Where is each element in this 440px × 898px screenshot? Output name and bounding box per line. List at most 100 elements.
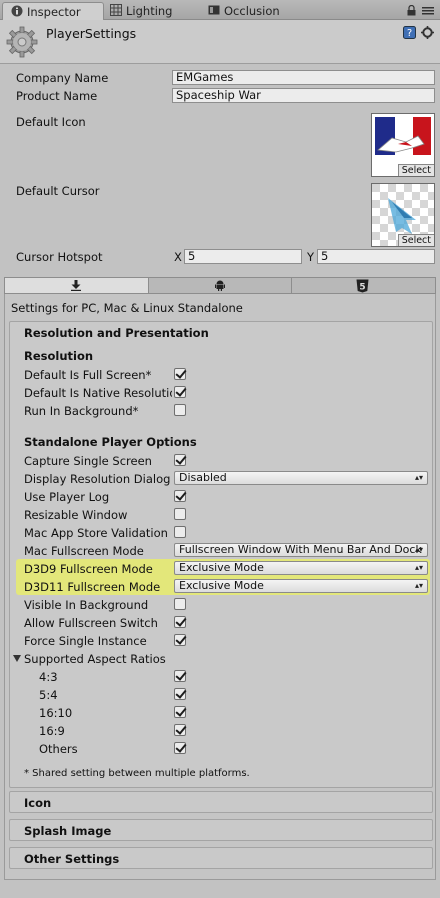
aspect-5-4-checkbox[interactable] — [174, 688, 186, 700]
cursor-select-button[interactable]: Select — [397, 234, 434, 246]
settings-for-heading: Settings for PC, Mac & Linux Standalone — [11, 301, 243, 315]
icon-select-button[interactable]: Select — [397, 164, 434, 176]
tab-menu-icon[interactable] — [422, 7, 434, 15]
tab-android[interactable] — [149, 278, 292, 293]
run-in-background-checkbox[interactable] — [174, 404, 186, 416]
standalone-player-heading: Standalone Player Options — [24, 435, 197, 449]
icon-section-title: Icon — [24, 796, 52, 810]
display-resolution-dialog-label: Display Resolution Dialog — [24, 472, 171, 486]
android-icon — [215, 280, 225, 291]
default-icon-label: Default Icon — [16, 115, 86, 129]
capture-single-screen-checkbox[interactable] — [174, 454, 186, 466]
allow-fullscreen-switch-label: Allow Fullscreen Switch — [24, 616, 158, 630]
resolution-presentation-header[interactable]: Resolution and Presentation — [24, 326, 209, 340]
tab-lighting[interactable]: Lighting — [110, 2, 200, 20]
dropdown-arrows-icon: ▴▾ — [414, 581, 423, 590]
d3d11-fullscreen-label: D3D11 Fullscreen Mode — [24, 580, 161, 594]
settings-gear-icon — [6, 26, 38, 58]
resizable-window-checkbox[interactable] — [174, 508, 186, 520]
tab-lighting-label: Lighting — [126, 4, 173, 18]
d3d9-fullscreen-dropdown[interactable]: Exclusive Mode ▴▾ — [174, 561, 428, 575]
cursor-hotspot-label: Cursor Hotspot — [16, 250, 103, 264]
force-single-instance-checkbox[interactable] — [174, 634, 186, 646]
product-name-field[interactable]: Spaceship War — [172, 88, 435, 103]
tab-standalone[interactable] — [5, 278, 149, 293]
hotspot-x-label: X — [174, 250, 182, 264]
native-resolution-label: Default Is Native Resolutio — [24, 386, 172, 400]
hotspot-y-label: Y — [307, 250, 315, 264]
d3d11-fullscreen-dropdown[interactable]: Exclusive Mode ▴▾ — [174, 579, 428, 593]
native-resolution-checkbox[interactable] — [174, 386, 186, 398]
mac-fullscreen-label: Mac Fullscreen Mode — [24, 544, 144, 558]
splash-image-section[interactable]: Splash Image — [9, 819, 433, 841]
use-player-log-label: Use Player Log — [24, 490, 110, 504]
visible-in-background-label: Visible In Background — [24, 598, 149, 612]
download-icon — [71, 280, 81, 291]
player-settings-fields: Company Name EMGames Product Name Spaces… — [0, 65, 440, 271]
aspect-others-checkbox[interactable] — [174, 742, 186, 754]
aspect-16-10-checkbox[interactable] — [174, 706, 186, 718]
platform-settings-panel: Settings for PC, Mac & Linux Standalone … — [4, 294, 436, 880]
settings-icon[interactable] — [421, 26, 434, 39]
resolution-heading: Resolution — [24, 349, 94, 363]
visible-in-background-checkbox[interactable] — [174, 598, 186, 610]
company-name-label: Company Name — [16, 71, 109, 85]
hotspot-y-field[interactable]: 5 — [317, 249, 435, 264]
d3d11-fullscreen-value: Exclusive Mode — [179, 579, 264, 592]
resolution-presentation-section: Resolution and Presentation Resolution D… — [9, 321, 433, 788]
aspect-16-10-label: 16:10 — [39, 706, 73, 720]
display-resolution-dialog-value: Disabled — [179, 471, 227, 484]
tab-occlusion-label: Occlusion — [224, 4, 280, 18]
other-settings-section[interactable]: Other Settings — [9, 847, 433, 869]
shared-setting-footnote: * Shared setting between multiple platfo… — [24, 768, 250, 779]
mac-app-store-label: Mac App Store Validation — [24, 526, 168, 540]
dropdown-arrows-icon: ▴▾ — [414, 545, 423, 554]
default-icon-slot[interactable]: Select — [371, 113, 435, 177]
lighting-icon — [110, 4, 122, 16]
mac-app-store-checkbox[interactable] — [174, 526, 186, 538]
dropdown-arrows-icon: ▴▾ — [414, 473, 423, 482]
occlusion-icon — [208, 5, 220, 15]
other-settings-section-title: Other Settings — [24, 852, 120, 866]
product-name-label: Product Name — [16, 89, 98, 103]
capture-single-screen-label: Capture Single Screen — [24, 454, 152, 468]
aspect-5-4-label: 5:4 — [39, 688, 58, 702]
foldout-expanded-icon[interactable] — [13, 655, 21, 662]
company-name-field[interactable]: EMGames — [172, 70, 435, 85]
platform-tabs: 5 — [4, 277, 436, 294]
html5-icon: 5 — [356, 279, 369, 293]
hotspot-x-field[interactable]: 5 — [184, 249, 302, 264]
run-in-background-label: Run In Background* — [24, 404, 139, 418]
supported-aspect-ratios-label[interactable]: Supported Aspect Ratios — [24, 652, 166, 666]
aspect-16-9-label: 16:9 — [39, 724, 65, 738]
help-icon[interactable]: ? — [403, 26, 416, 39]
resizable-window-label: Resizable Window — [24, 508, 128, 522]
display-resolution-dialog-dropdown[interactable]: Disabled ▴▾ — [174, 471, 428, 485]
window-tab-bar: Inspector Lighting Occlusion — [0, 0, 440, 20]
allow-fullscreen-switch-checkbox[interactable] — [174, 616, 186, 628]
page-title: PlayerSettings — [46, 26, 137, 41]
use-player-log-checkbox[interactable] — [174, 490, 186, 502]
svg-text:?: ? — [407, 28, 412, 39]
aspect-16-9-checkbox[interactable] — [174, 724, 186, 736]
info-icon — [11, 5, 23, 17]
default-cursor-slot[interactable]: Select — [371, 183, 435, 247]
d3d9-fullscreen-label: D3D9 Fullscreen Mode — [24, 562, 153, 576]
full-screen-checkbox[interactable] — [174, 368, 186, 380]
mac-fullscreen-dropdown[interactable]: Fullscreen Window With Menu Bar And Dock… — [174, 543, 428, 557]
inspector-header: PlayerSettings ? — [0, 20, 440, 64]
splash-image-section-title: Splash Image — [24, 824, 112, 838]
full-screen-label: Default Is Full Screen* — [24, 368, 152, 382]
aspect-others-label: Others — [39, 742, 78, 756]
tab-html5[interactable]: 5 — [292, 278, 435, 293]
aspect-4-3-label: 4:3 — [39, 670, 58, 684]
lock-icon[interactable] — [407, 5, 416, 16]
d3d9-fullscreen-value: Exclusive Mode — [179, 561, 264, 574]
tab-inspector[interactable]: Inspector — [2, 2, 104, 20]
aspect-4-3-checkbox[interactable] — [174, 670, 186, 682]
dropdown-arrows-icon: ▴▾ — [414, 563, 423, 572]
tab-inspector-label: Inspector — [27, 5, 81, 19]
icon-section[interactable]: Icon — [9, 791, 433, 813]
tab-occlusion[interactable]: Occlusion — [208, 2, 308, 20]
force-single-instance-label: Force Single Instance — [24, 634, 147, 648]
